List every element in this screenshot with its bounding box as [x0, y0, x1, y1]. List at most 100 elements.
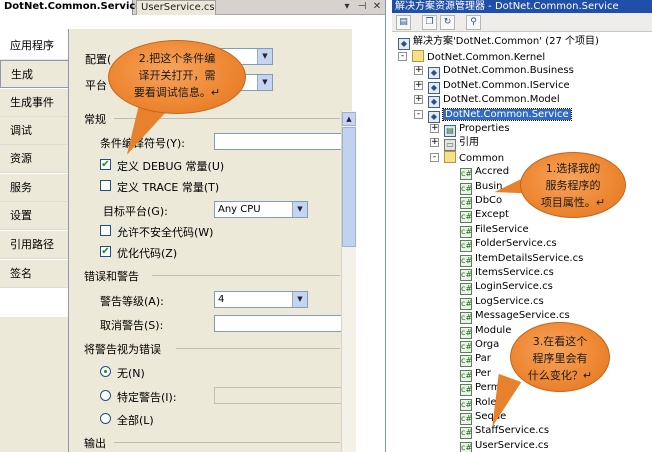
target-platform-combo[interactable]: Any CPU ▼	[214, 201, 308, 218]
define-debug-checkbox[interactable]: ✔	[100, 159, 111, 170]
chevron-down-icon[interactable]: ▾	[340, 0, 354, 15]
scroll-thumb[interactable]	[342, 127, 356, 247]
scroll-up-icon[interactable]: ▲	[342, 112, 356, 126]
warning-level-combo[interactable]: 4 ▼	[214, 291, 308, 308]
callout-line: 3.在看这个	[532, 335, 588, 348]
collapse-icon[interactable]: -	[414, 109, 423, 119]
tab-signing[interactable]: 签名	[0, 260, 68, 288]
expand-icon[interactable]: +	[414, 66, 423, 76]
tree-item[interactable]: c# Orga	[460, 338, 500, 353]
suppress-warnings-input[interactable]	[214, 315, 342, 332]
tree-item-label: Common	[459, 152, 505, 164]
expand-icon[interactable]: +	[414, 80, 423, 90]
tree-item-label: Orga	[475, 339, 500, 350]
collapse-icon[interactable]: -	[398, 52, 407, 61]
tree-item[interactable]: + ◆ DotNet.Common.IService	[414, 79, 570, 94]
tree-item[interactable]: c# Module	[460, 324, 511, 339]
expand-icon[interactable]: +	[430, 138, 439, 148]
define-trace-checkbox[interactable]	[100, 180, 111, 191]
tree-item-label: DotNet.Common.IService	[443, 79, 570, 91]
tree-item[interactable]: c# ItemDetailsService.cs	[460, 252, 583, 267]
tree-item[interactable]: - Common	[430, 150, 505, 165]
solution-icon: ◆	[398, 38, 410, 50]
tab-application[interactable]: 应用程序	[0, 32, 68, 60]
csharp-file-icon: c#	[460, 197, 473, 209]
errors-warnings-group-title: 错误和警告	[84, 270, 139, 283]
optimize-code-label: 优化代码(Z)	[117, 247, 178, 260]
treat-specific-radio[interactable]	[100, 390, 111, 401]
tree-item[interactable]: c# LogService.cs	[460, 295, 544, 310]
tree-item[interactable]: c# Except	[460, 208, 509, 224]
tree-item[interactable]: - ◆ DotNet.Common.Service	[414, 107, 572, 123]
csharp-file-icon: c#	[460, 384, 473, 397]
tab-reference-paths[interactable]: 引用路径	[0, 231, 68, 259]
settings-vertical-scrollbar[interactable]: ▲	[341, 111, 356, 452]
tab-resources[interactable]: 资源	[0, 145, 68, 173]
group-divider	[114, 442, 340, 443]
tree-item[interactable]: + ◆ DotNet.Common.Model	[414, 93, 560, 109]
tree-item[interactable]: + ▭ 引用	[430, 136, 479, 152]
treat-warnings-group-title: 将警告视为错误	[84, 343, 161, 356]
warning-level-value: 4	[218, 294, 225, 305]
treat-all-radio[interactable]	[100, 413, 111, 424]
tab-build[interactable]: 生成	[0, 60, 70, 88]
csharp-file-icon: c#	[460, 297, 473, 310]
tab-debug[interactable]: 调试	[0, 117, 68, 145]
allow-unsafe-label: 允许不安全代码(W)	[117, 226, 214, 239]
expand-icon[interactable]: +	[414, 95, 423, 105]
tab-settings[interactable]: 设置	[0, 202, 68, 230]
solution-label: 解决方案'DotNet.Common' (27 个项目)	[413, 36, 599, 47]
configuration-label: 配置(	[85, 53, 112, 66]
conditional-symbols-input[interactable]	[214, 133, 342, 150]
tree-item[interactable]: c# LoginService.cs	[460, 280, 553, 296]
tab-build-events[interactable]: 生成事件	[0, 89, 68, 117]
treat-none-radio[interactable]	[100, 366, 111, 377]
tree-item-label: Properties	[459, 123, 510, 134]
property-page-tabs: 应用程序 生成 生成事件 调试 资源 服务 设置 引用路径 签名	[0, 29, 70, 452]
tree-item-label: DotNet.Common.Kernel	[427, 52, 546, 63]
csharp-file-icon: c#	[460, 269, 473, 281]
callout-select-project: 1.选择我的 服务程序的 项目属性。↵	[520, 152, 626, 218]
project-icon: ◆	[428, 96, 440, 109]
tree-item[interactable]: c# Accred	[460, 165, 509, 181]
solution-explorer-title: 解决方案资源管理器 - DotNet.Common.Service	[392, 0, 652, 13]
expand-icon[interactable]: +	[430, 124, 439, 133]
tree-item[interactable]: c# Per	[460, 367, 491, 382]
tree-item[interactable]: + ▤ Properties	[430, 122, 510, 137]
tree-item[interactable]: c# UserService.cs	[460, 439, 549, 452]
tree-item[interactable]: - DotNet.Common.Kernel	[398, 50, 546, 64]
platform-label: 平台	[85, 79, 107, 92]
optimize-code-checkbox[interactable]: ✔	[100, 246, 111, 257]
properties-icon[interactable]: ▤	[396, 15, 411, 30]
tree-item[interactable]: c# FolderService.cs	[460, 237, 557, 253]
solution-node[interactable]: ◆ 解决方案'DotNet.Common' (27 个项目)	[398, 35, 599, 50]
tab-dotnet-common-service[interactable]: DotNet.Common.Service*	[0, 0, 147, 15]
callout-line: 什么变化？↵	[527, 369, 593, 382]
show-all-files-icon[interactable]: ❐	[422, 15, 437, 30]
tree-item-label: FileService	[475, 223, 529, 235]
csharp-file-icon: c#	[460, 398, 473, 411]
close-icon[interactable]: ✕	[370, 0, 384, 15]
tree-item[interactable]: c# MessageService.cs	[460, 309, 570, 325]
specific-warnings-input[interactable]	[214, 387, 342, 404]
callout-line: 译开关打开，需	[138, 69, 216, 82]
callout-line: 2.把这个条件编	[138, 52, 216, 65]
collapse-icon[interactable]: -	[430, 152, 439, 162]
refresh-icon[interactable]: ↻	[440, 15, 455, 30]
tab-userservice-cs[interactable]: UserService.cs	[136, 0, 216, 15]
csharp-file-icon: c#	[460, 369, 473, 382]
csharp-file-icon: c#	[460, 312, 473, 325]
tree-item-label: Per	[475, 367, 491, 379]
tab-services[interactable]: 服务	[0, 174, 68, 202]
tree-item[interactable]: c# FileService	[460, 223, 529, 238]
tree-item[interactable]: c# Par	[460, 352, 491, 368]
callout-line: 服务程序的	[545, 179, 601, 192]
csharp-file-icon: c#	[460, 341, 473, 353]
tree-item[interactable]: c# ItemsService.cs	[460, 266, 554, 281]
allow-unsafe-checkbox[interactable]	[100, 225, 111, 236]
pin-icon[interactable]: ⊣	[355, 0, 369, 15]
callout-line: 项目属性。↵	[540, 196, 606, 209]
class-diagram-icon[interactable]: ⚲	[466, 15, 481, 30]
csharp-file-icon: c#	[460, 427, 473, 440]
tree-item[interactable]: + ◆ DotNet.Common.Business	[414, 64, 574, 80]
